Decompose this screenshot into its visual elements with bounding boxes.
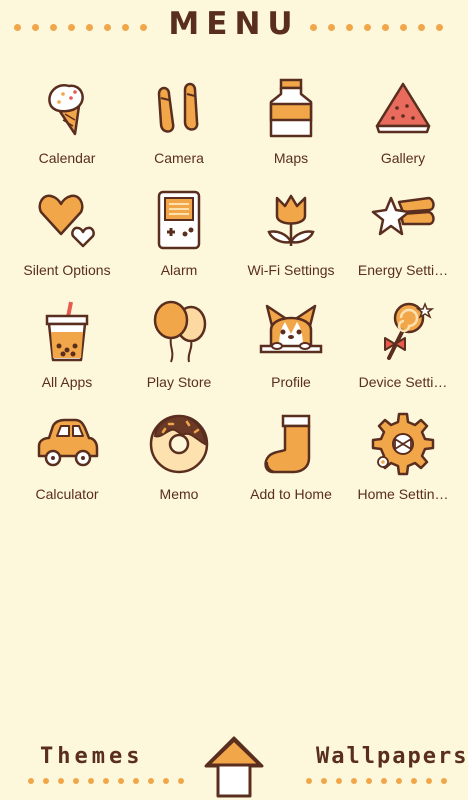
app-label: Silent Options [23,262,111,278]
app-label: Wi-Fi Settings [247,262,335,278]
app-alarm[interactable]: Alarm [123,188,235,300]
app-calendar[interactable]: Calendar [11,76,123,188]
tulip-icon [267,194,315,246]
app-camera[interactable]: Camera [123,76,235,188]
app-label: Maps [273,150,309,166]
app-all-apps[interactable]: All Apps [11,300,123,412]
milk-bottle-icon [269,78,313,138]
app-wifi-settings[interactable]: Wi-Fi Settings [235,188,347,300]
sock-icon [264,414,311,474]
app-energy-settings[interactable]: Energy Setti… [347,188,459,300]
app-profile[interactable]: Profile [235,300,347,412]
app-label: Device Setti… [358,374,448,390]
themes-link[interactable]: Themes [40,744,143,769]
app-silent-options[interactable]: Silent Options [11,188,123,300]
app-add-to-home[interactable]: Add to Home [235,412,347,524]
wallpapers-dots [306,778,447,784]
game-console-icon [157,190,201,250]
app-maps[interactable]: Maps [235,76,347,188]
app-label: Play Store [146,374,212,390]
shoes-icon [157,82,199,133]
hearts-icon [38,194,95,248]
app-calculator[interactable]: Calculator [11,412,123,524]
car-icon [37,418,99,467]
app-label: Memo [159,486,199,502]
app-home-settings[interactable]: Home Settin… [347,412,459,524]
home-arrow-icon[interactable] [202,736,266,798]
donut-icon [149,414,209,474]
app-label: Camera [154,150,204,166]
watermelon-icon [375,82,431,134]
app-label: Energy Setti… [357,262,449,278]
themes-dots [28,778,184,784]
app-label: Add to Home [250,486,332,502]
ice-cream-icon [48,83,84,136]
app-label: Home Settin… [357,486,449,502]
balloons-icon [153,300,207,363]
app-label: Calculator [35,486,99,502]
app-play-store[interactable]: Play Store [123,300,235,412]
page-title: MENU [168,6,300,42]
corgi-icon [259,304,323,354]
lollipop-icon [384,301,435,360]
app-label: Calendar [38,150,96,166]
bubble-tea-icon [45,301,89,362]
gear-bow-icon [371,412,435,476]
shooting-star-icon [371,196,435,236]
app-label: Profile [271,374,311,390]
app-device-settings[interactable]: Device Setti… [347,300,459,412]
app-label: Gallery [380,150,426,166]
app-label: Alarm [160,262,198,278]
app-gallery[interactable]: Gallery [347,76,459,188]
app-memo[interactable]: Memo [123,412,235,524]
wallpapers-link[interactable]: Wallpapers [316,744,468,769]
app-label: All Apps [41,374,93,390]
